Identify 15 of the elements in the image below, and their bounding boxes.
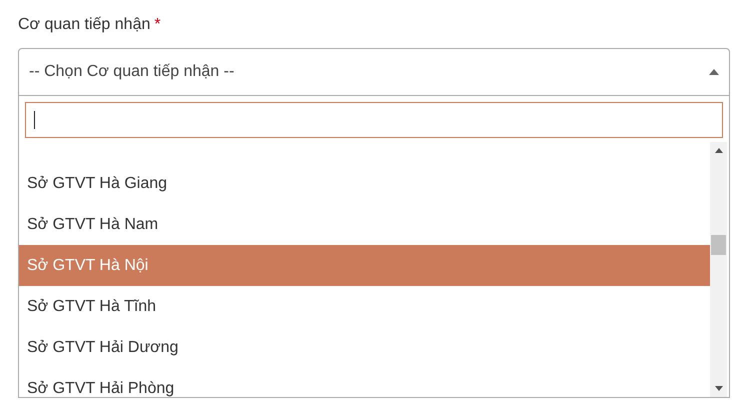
scroll-up-icon[interactable] xyxy=(714,148,722,153)
scrollbar[interactable] xyxy=(710,142,727,397)
search-field[interactable] xyxy=(25,102,723,138)
text-cursor-icon xyxy=(34,111,35,129)
required-mark: * xyxy=(154,15,161,35)
option-item[interactable]: Sở GTVT Hà Tĩnh xyxy=(19,286,710,327)
scroll-down-icon[interactable] xyxy=(714,386,722,391)
option-item[interactable]: Sở GTVT Hải Phòng xyxy=(19,368,710,397)
option-item[interactable]: Sở GTVT Hà Nam xyxy=(19,204,710,245)
scrollbar-thumb[interactable] xyxy=(711,235,726,255)
option-item[interactable]: Sở GTVT Hà Giang xyxy=(19,163,710,204)
field-label: Cơ quan tiếp nhận xyxy=(18,15,150,35)
caret-icon xyxy=(709,69,719,75)
select-field[interactable]: -- Chọn Cơ quan tiếp nhận -- xyxy=(18,48,730,96)
option-item[interactable]: Sở GTVT Hải Dương xyxy=(19,327,710,368)
